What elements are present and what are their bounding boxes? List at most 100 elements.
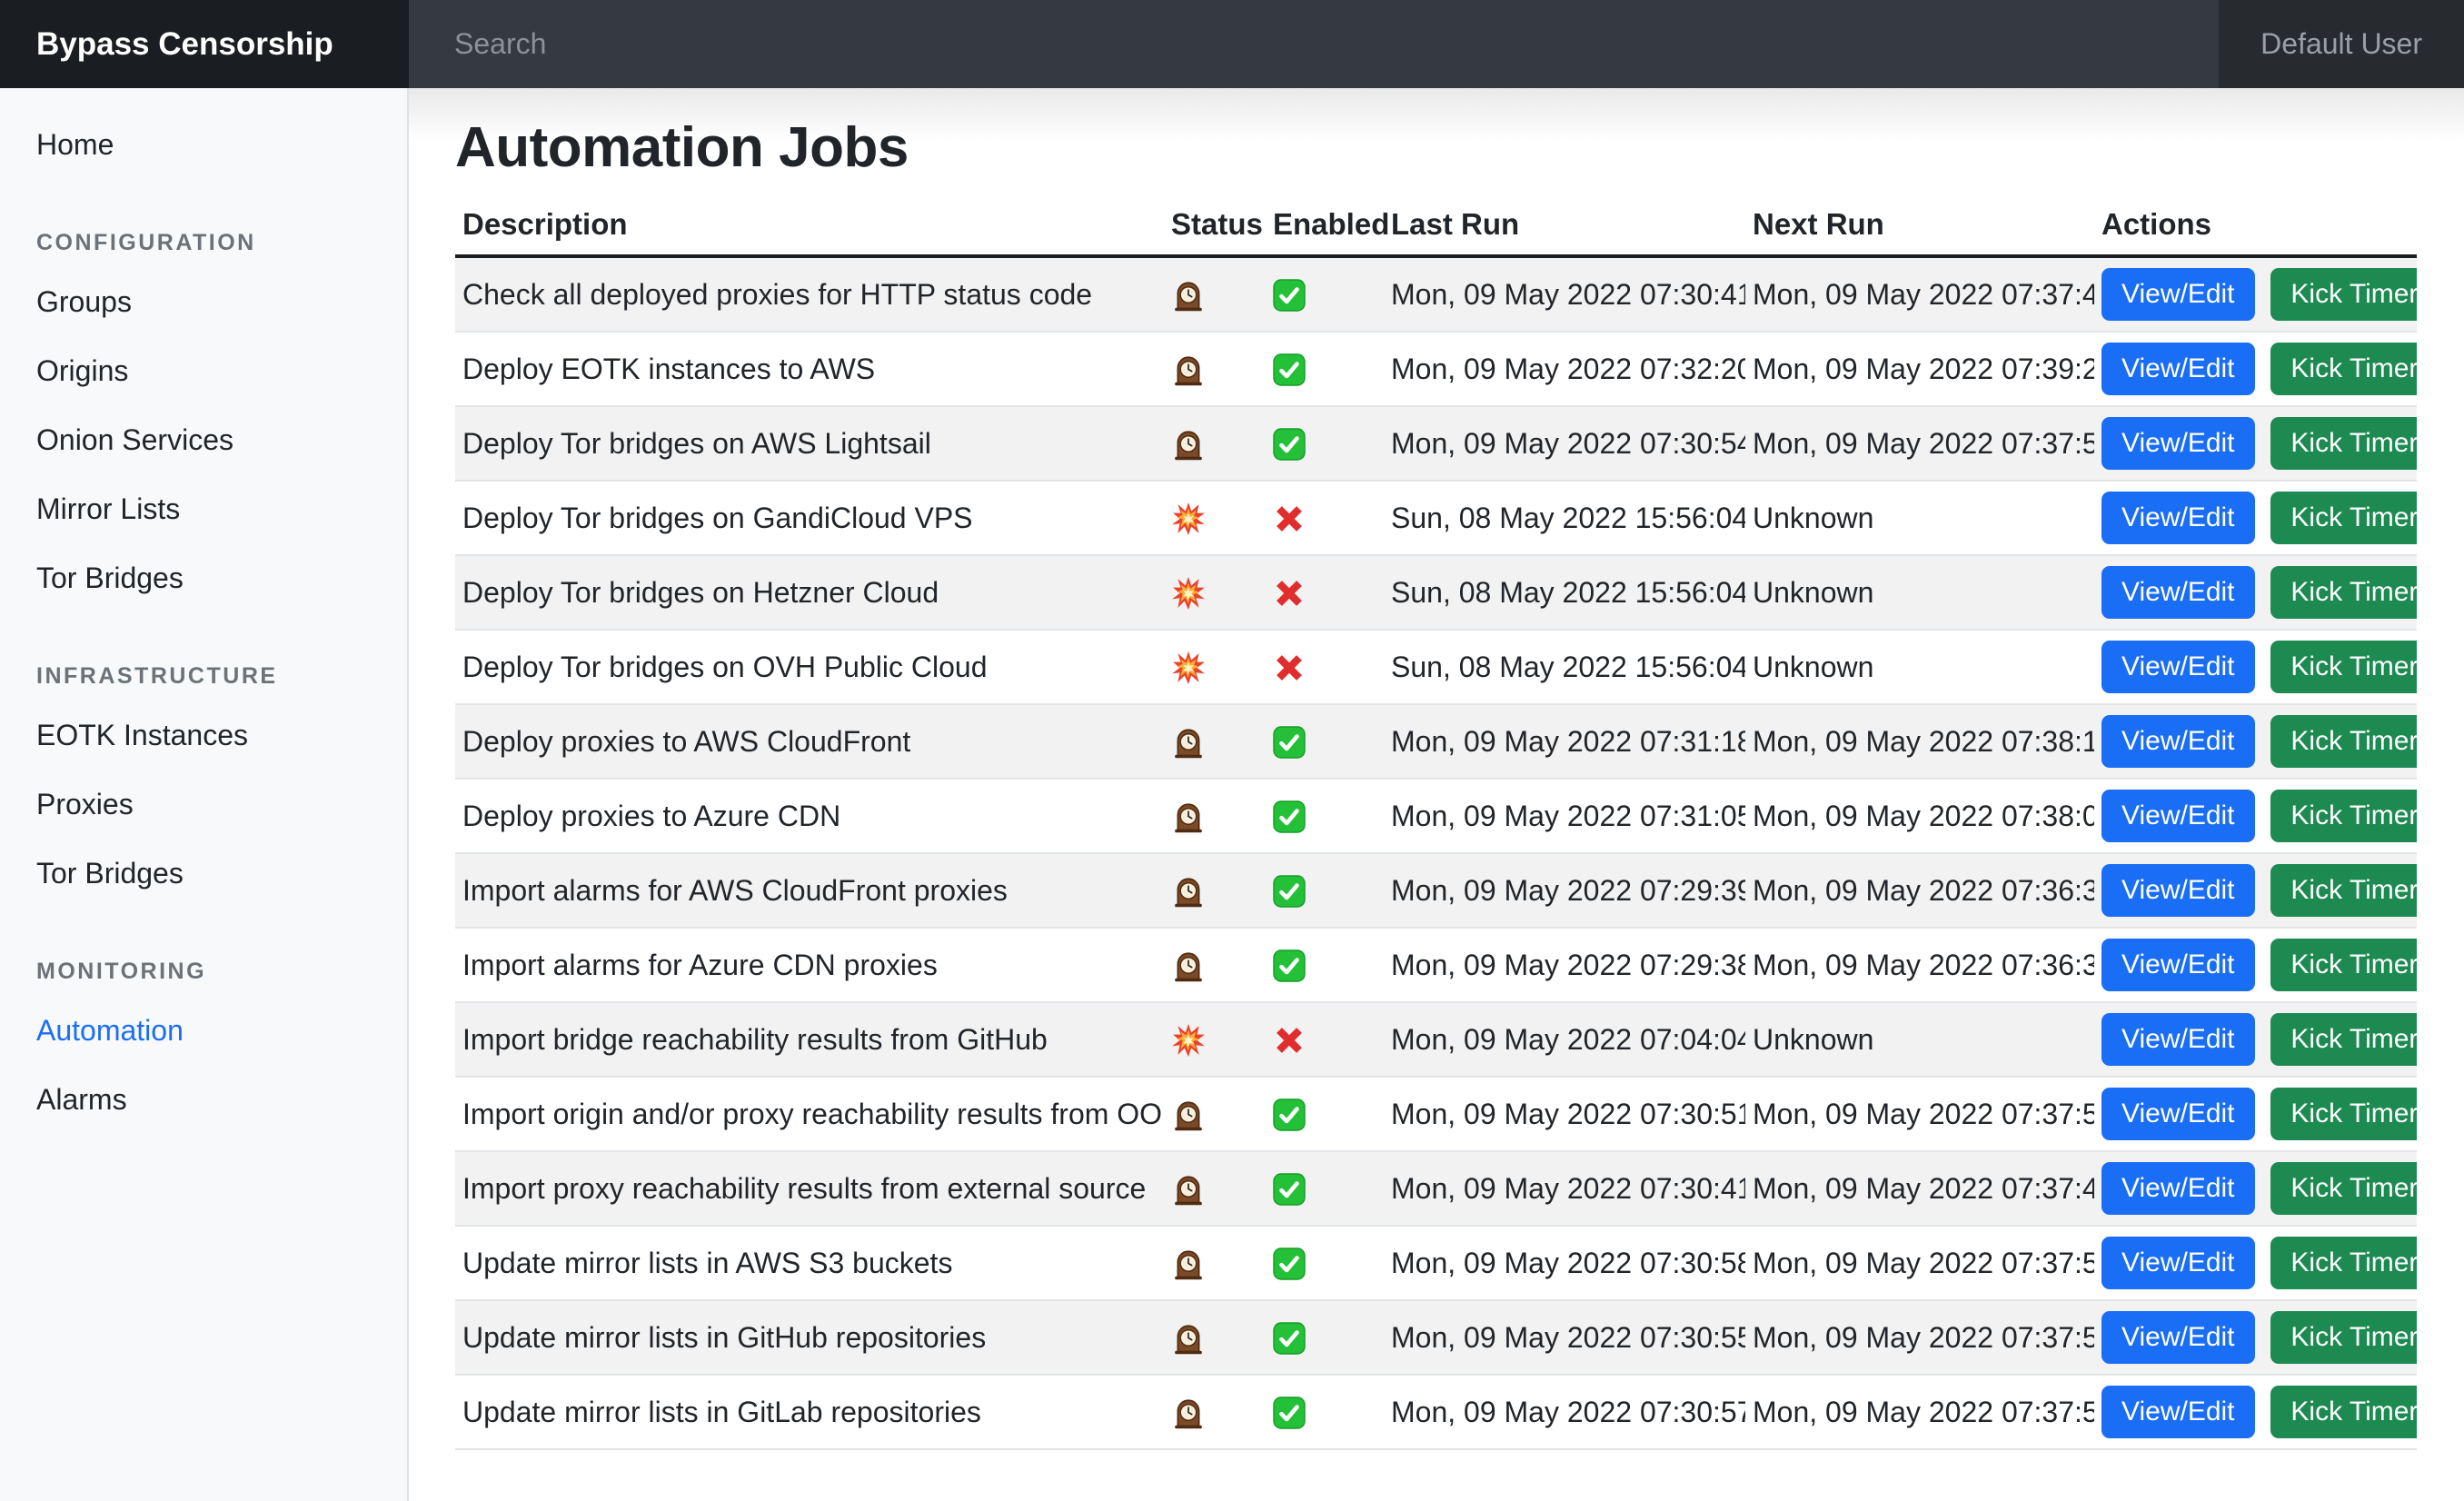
sidebar-nav: HomeCONFIGURATIONGroupsOriginsOnion Serv… <box>0 110 407 1134</box>
jobs-table-body: Check all deployed proxies for HTTP stat… <box>455 256 2417 1449</box>
kick-timer-button[interactable]: Kick Timer <box>2270 715 2417 768</box>
enabled-check-icon <box>1273 800 1306 833</box>
job-next-run: Mon, 09 May 2022 07:38:18 <box>1745 704 2094 779</box>
job-status-cell <box>1164 1226 1266 1300</box>
kick-timer-button[interactable]: Kick Timer <box>2270 939 2417 991</box>
job-description: Deploy Tor bridges on AWS Lightsail <box>455 406 1164 481</box>
view-edit-button[interactable]: View/Edit <box>2101 343 2255 395</box>
sidebar-item-alarms[interactable]: Alarms <box>0 1065 407 1134</box>
kick-timer-button[interactable]: Kick Timer <box>2270 641 2417 693</box>
job-description: Deploy Tor bridges on OVH Public Cloud <box>455 630 1164 704</box>
sidebar-item-tor-bridges[interactable]: Tor Bridges <box>0 839 407 908</box>
job-enabled-cell <box>1266 1151 1384 1226</box>
kick-timer-button[interactable]: Kick Timer <box>2270 1311 2417 1364</box>
job-next-run: Mon, 09 May 2022 07:37:57 <box>1745 1375 2094 1449</box>
col-header-actions: Actions <box>2094 194 2417 256</box>
kick-timer-button[interactable]: Kick Timer <box>2270 1386 2417 1438</box>
job-enabled-cell <box>1266 406 1384 481</box>
view-edit-button[interactable]: View/Edit <box>2101 1013 2255 1066</box>
job-status-cell <box>1164 481 1266 555</box>
view-edit-button[interactable]: View/Edit <box>2101 1162 2255 1215</box>
job-actions-cell: View/Edit Kick Timer <box>2094 1002 2417 1077</box>
job-actions-cell: View/Edit Kick Timer <box>2094 1226 2417 1300</box>
view-edit-button[interactable]: View/Edit <box>2101 492 2255 544</box>
kick-timer-button[interactable]: Kick Timer <box>2270 417 2417 470</box>
sidebar-item-eotk-instances[interactable]: EOTK Instances <box>0 701 407 770</box>
mantelpiece-clock-icon <box>1171 949 1206 983</box>
view-edit-button[interactable]: View/Edit <box>2101 417 2255 470</box>
search-input[interactable] <box>454 27 2042 61</box>
mantelpiece-clock-icon <box>1171 1172 1206 1207</box>
job-enabled-cell <box>1266 332 1384 406</box>
view-edit-button[interactable]: View/Edit <box>2101 1386 2255 1438</box>
collision-icon <box>1171 502 1206 536</box>
disabled-cross-icon <box>1273 1024 1306 1057</box>
table-row: Import proxy reachability results from e… <box>455 1151 2417 1226</box>
user-menu[interactable]: Default User <box>2219 0 2464 88</box>
kick-timer-button[interactable]: Kick Timer <box>2270 864 2417 917</box>
sidebar-item-tor-bridges[interactable]: Tor Bridges <box>0 543 407 612</box>
col-header-last-run: Last Run <box>1384 194 1745 256</box>
view-edit-button[interactable]: View/Edit <box>2101 790 2255 842</box>
job-enabled-cell <box>1266 928 1384 1002</box>
job-enabled-cell <box>1266 1375 1384 1449</box>
sidebar-item-groups[interactable]: Groups <box>0 267 407 336</box>
table-row: Deploy Tor bridges on OVH Public Cloud S… <box>455 630 2417 704</box>
kick-timer-button[interactable]: Kick Timer <box>2270 343 2417 395</box>
sidebar-item-onion-services[interactable]: Onion Services <box>0 405 407 474</box>
job-description: Import proxy reachability results from e… <box>455 1151 1164 1226</box>
kick-timer-button[interactable]: Kick Timer <box>2270 790 2417 842</box>
job-description: Deploy proxies to Azure CDN <box>455 779 1164 853</box>
job-last-run: Mon, 09 May 2022 07:30:51 <box>1384 1077 1745 1151</box>
kick-timer-button[interactable]: Kick Timer <box>2270 1237 2417 1289</box>
job-enabled-cell <box>1266 853 1384 928</box>
view-edit-button[interactable]: View/Edit <box>2101 566 2255 619</box>
sidebar-item-home[interactable]: Home <box>0 110 407 179</box>
mantelpiece-clock-icon <box>1171 1098 1206 1132</box>
job-last-run: Mon, 09 May 2022 07:29:39 <box>1384 853 1745 928</box>
job-next-run: Mon, 09 May 2022 07:36:39 <box>1745 853 2094 928</box>
enabled-check-icon <box>1273 1397 1306 1429</box>
mantelpiece-clock-icon <box>1171 1247 1206 1281</box>
view-edit-button[interactable]: View/Edit <box>2101 1088 2255 1140</box>
kick-timer-button[interactable]: Kick Timer <box>2270 566 2417 619</box>
job-last-run: Mon, 09 May 2022 07:30:57 <box>1384 1375 1745 1449</box>
mantelpiece-clock-icon <box>1171 427 1206 462</box>
sidebar-item-automation[interactable]: Automation <box>0 996 407 1065</box>
job-last-run: Mon, 09 May 2022 07:32:20 <box>1384 332 1745 406</box>
sidebar-item-origins[interactable]: Origins <box>0 336 407 405</box>
job-enabled-cell <box>1266 1002 1384 1077</box>
disabled-cross-icon <box>1273 502 1306 535</box>
job-last-run: Mon, 09 May 2022 07:30:54 <box>1384 406 1745 481</box>
view-edit-button[interactable]: View/Edit <box>2101 641 2255 693</box>
job-actions-cell: View/Edit Kick Timer <box>2094 853 2417 928</box>
table-row: Import alarms for AWS CloudFront proxies… <box>455 853 2417 928</box>
collision-icon <box>1171 1023 1206 1058</box>
kick-timer-button[interactable]: Kick Timer <box>2270 268 2417 321</box>
view-edit-button[interactable]: View/Edit <box>2101 1311 2255 1364</box>
enabled-check-icon <box>1273 353 1306 386</box>
brand-link[interactable]: Bypass Censorship <box>0 0 409 88</box>
table-row: Deploy proxies to AWS CloudFront Mon, 09… <box>455 704 2417 779</box>
kick-timer-button[interactable]: Kick Timer <box>2270 1088 2417 1140</box>
job-next-run: Unknown <box>1745 630 2094 704</box>
mantelpiece-clock-icon <box>1171 278 1206 313</box>
sidebar-item-proxies[interactable]: Proxies <box>0 770 407 839</box>
kick-timer-button[interactable]: Kick Timer <box>2270 492 2417 544</box>
kick-timer-button[interactable]: Kick Timer <box>2270 1013 2417 1066</box>
kick-timer-button[interactable]: Kick Timer <box>2270 1162 2417 1215</box>
enabled-check-icon <box>1273 1098 1306 1131</box>
job-actions-cell: View/Edit Kick Timer <box>2094 406 2417 481</box>
jobs-table: Description Status Enabled Last Run Next… <box>455 194 2417 1450</box>
job-description: Update mirror lists in GitHub repositori… <box>455 1300 1164 1375</box>
view-edit-button[interactable]: View/Edit <box>2101 1237 2255 1289</box>
job-next-run: Unknown <box>1745 555 2094 630</box>
user-menu-label: Default User <box>2260 27 2422 61</box>
view-edit-button[interactable]: View/Edit <box>2101 864 2255 917</box>
view-edit-button[interactable]: View/Edit <box>2101 268 2255 321</box>
view-edit-button[interactable]: View/Edit <box>2101 939 2255 991</box>
view-edit-button[interactable]: View/Edit <box>2101 715 2255 768</box>
job-status-cell <box>1164 1077 1266 1151</box>
sidebar-item-mirror-lists[interactable]: Mirror Lists <box>0 474 407 543</box>
job-actions-cell: View/Edit Kick Timer <box>2094 1151 2417 1226</box>
